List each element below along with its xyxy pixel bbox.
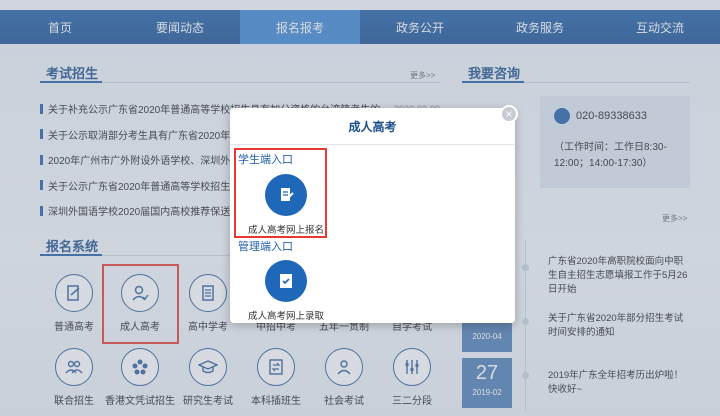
admin-admission-button[interactable]: 成人高考网上录取 [246,260,326,322]
check-doc-icon [265,260,307,302]
modal-separator [230,144,515,145]
highlight-box-student-entry [234,148,327,238]
adult-exam-modal: 成人高考 学生端入口 成人高考网上报名 管理端入口 成人高考网上录取 [230,108,515,323]
admin-entry-label: 管理端入口 [238,241,293,253]
modal-close-button[interactable]: × [500,105,518,123]
modal-title: 成人高考 [348,120,397,134]
